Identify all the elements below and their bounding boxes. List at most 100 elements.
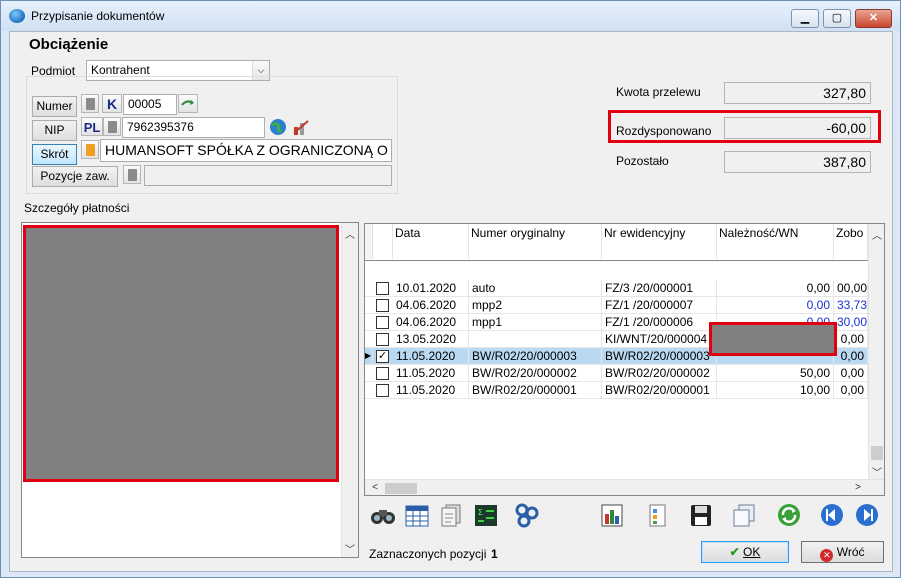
page-title: Obciążenie (29, 36, 109, 53)
ok-button[interactable]: ✔ OK (701, 541, 789, 563)
cell-naleznosc: 0,00 (717, 280, 834, 297)
cell-numer-oryginalny: mpp2 (469, 297, 602, 314)
nip-field[interactable]: 7962395376 (122, 117, 265, 138)
cell-data: 11.05.2020 (393, 365, 469, 382)
pozycje-button[interactable]: Pozycje zaw. (32, 166, 118, 187)
cell-data: 04.06.2020 (393, 314, 469, 331)
grid-hscroll-thumb[interactable] (385, 483, 417, 494)
document-icon (108, 121, 117, 133)
documents-grid[interactable]: Data Numer oryginalny Nr ewidencyjny Nal… (364, 223, 885, 496)
title-bar[interactable]: Przypisanie dokumentów ▁ ▢ ✕ (1, 1, 900, 31)
skrot-list-button[interactable] (81, 140, 99, 159)
podmiot-value: Kontrahent (91, 63, 150, 77)
grid-vscroll-thumb[interactable] (871, 446, 883, 460)
row-indicator-icon: ▶ (365, 348, 373, 365)
table-row[interactable]: 11.05.2020 BW/R02/20/000001 BW/R02/20/0000… (365, 382, 884, 399)
pozycje-list-button[interactable] (123, 165, 141, 184)
prev-icon[interactable] (818, 502, 846, 528)
grid-corner (365, 224, 373, 259)
numer-list-button[interactable] (81, 94, 99, 113)
cell-numer-oryginalny (469, 331, 602, 348)
pozostalo-value: 387,80 (724, 151, 871, 173)
column-header-data[interactable]: Data (393, 224, 469, 259)
numer-field[interactable]: 00005 (123, 94, 177, 115)
gears-icon[interactable] (513, 502, 541, 528)
details-content (23, 225, 339, 482)
scroll-down-icon[interactable]: ﹀ (342, 541, 358, 556)
cancel-icon: ✕ (820, 549, 834, 562)
column-header-nr-ewidencyjny[interactable]: Nr ewidencyjny (602, 224, 717, 259)
documents-icon[interactable] (438, 502, 466, 528)
rozdysponowano-value: -60,00 (724, 117, 871, 139)
row-checkbox[interactable] (376, 333, 389, 346)
row-checkbox[interactable] (376, 384, 389, 397)
grid-rows: 10.01.2020 auto FZ/3 /20/000001 0,00 00,00 04… (365, 261, 884, 481)
selected-count-label: Zaznaczonych pozycji (369, 547, 487, 561)
grid-icon[interactable] (403, 502, 431, 528)
refresh-icon[interactable] (775, 502, 803, 528)
type-letter-button[interactable]: K (102, 94, 122, 113)
details-panel[interactable]: ︿ ﹀ (21, 222, 359, 558)
kwota-value: 327,80 (724, 82, 871, 104)
column-header-numer-oryginalny[interactable]: Numer oryginalny (469, 224, 602, 259)
scroll-up-icon[interactable]: ︿ (869, 227, 884, 242)
table-row[interactable]: 04.06.2020 mpp2 FZ/1 /20/000007 0,00 33,73 (365, 297, 884, 314)
row-checkbox[interactable] (376, 299, 389, 312)
column-header-zobo[interactable]: Zobo (834, 224, 868, 259)
skrot-button[interactable]: Skrót (32, 144, 77, 165)
scroll-down-icon[interactable]: ﹀ (869, 464, 884, 479)
skrot-field[interactable]: HUMANSOFT SPÓŁKA Z OGRANICZONĄ O (100, 139, 392, 162)
numer-button[interactable]: Numer (32, 96, 77, 117)
cell-nr-ewidencyjny: BW/R02/20/000002 (602, 365, 717, 382)
nip-button[interactable]: NIP (32, 120, 77, 141)
copy-icon[interactable] (730, 502, 758, 528)
chart-icon[interactable] (598, 502, 626, 528)
cell-numer-oryginalny: BW/R02/20/000003 (469, 348, 602, 365)
cell-zobo: 00,00 (834, 280, 868, 297)
save-icon[interactable] (687, 502, 715, 528)
cell-nr-ewidencyjny: FZ/1 /20/000007 (602, 297, 717, 314)
next-icon[interactable] (853, 502, 881, 528)
back-button[interactable]: ✕ Wróć (801, 541, 884, 563)
document-icon (128, 169, 137, 181)
table-row[interactable]: 10.01.2020 auto FZ/3 /20/000001 0,00 00,00 (365, 280, 884, 297)
row-checkbox[interactable]: ✓ (376, 350, 389, 363)
scroll-up-icon[interactable]: ︿ (342, 226, 358, 241)
grid-vscrollbar[interactable]: ︿ ﹀ (868, 224, 884, 479)
maximize-button[interactable]: ▢ (823, 9, 851, 28)
window-title: Przypisanie dokumentów (31, 9, 165, 23)
globe-icon[interactable] (268, 117, 288, 137)
grid-hscrollbar[interactable]: < > (365, 479, 884, 495)
row-checkbox[interactable] (376, 282, 389, 295)
calculator-icon[interactable]: Σ (472, 502, 500, 528)
cell-data: 11.05.2020 (393, 382, 469, 399)
cell-zobo: 0,00 (834, 348, 868, 365)
selected-count-value: 1 (491, 547, 498, 561)
close-button[interactable]: ✕ (855, 9, 892, 28)
row-checkbox[interactable] (376, 367, 389, 380)
binoculars-icon[interactable] (369, 502, 397, 528)
pozostalo-label: Pozostało (616, 154, 669, 168)
window: Przypisanie dokumentów ▁ ▢ ✕ Obciążenie … (0, 0, 901, 578)
numer-action-button[interactable] (178, 94, 198, 113)
minimize-button[interactable]: ▁ (791, 9, 819, 28)
cell-numer-oryginalny: BW/R02/20/000001 (469, 382, 602, 399)
cell-numer-oryginalny: mpp1 (469, 314, 602, 331)
cell-nr-ewidencyjny: FZ/1 /20/000006 (602, 314, 717, 331)
nip-list-button[interactable] (103, 117, 121, 136)
details-scrollbar[interactable]: ︿ ﹀ (341, 223, 358, 557)
scroll-right-icon[interactable]: > (850, 482, 866, 493)
scroll-left-icon[interactable]: < (367, 482, 383, 493)
chart-mini-icon[interactable] (291, 117, 311, 137)
row-checkbox[interactable] (376, 316, 389, 329)
column-header-naleznosc[interactable]: Należność/WN (717, 224, 834, 259)
pozycje-field[interactable] (144, 165, 392, 186)
cell-zobo: 0,00 (834, 382, 868, 399)
document-icon[interactable] (643, 502, 671, 528)
table-row[interactable]: 11.05.2020 BW/R02/20/000002 BW/R02/20/0000… (365, 365, 884, 382)
cell-naleznosc: 0,00 (717, 297, 834, 314)
cell-nr-ewidencyjny: KI/WNT/20/000004 (602, 331, 717, 348)
country-code-button[interactable]: PL (81, 117, 103, 136)
back-button-label: Wróć (836, 545, 865, 559)
arrow-icon (181, 100, 194, 106)
